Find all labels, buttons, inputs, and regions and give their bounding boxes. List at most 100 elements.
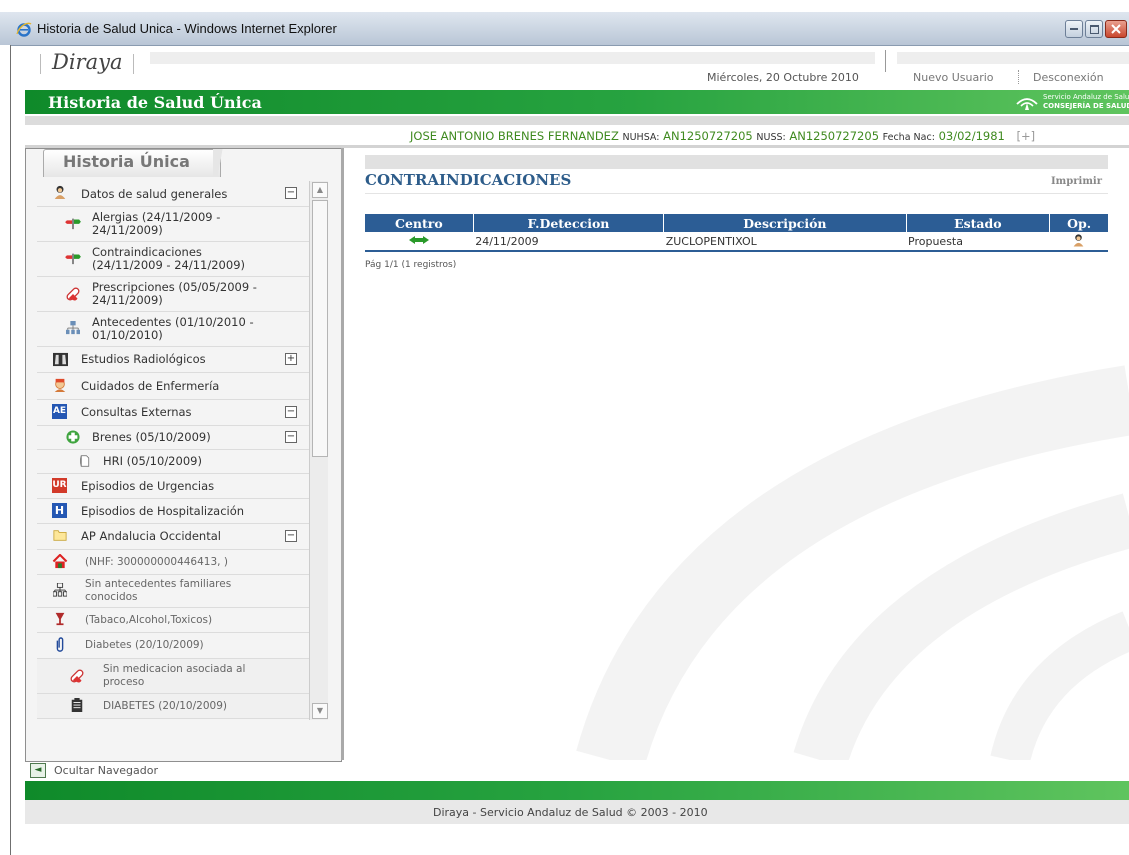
home-icon (52, 553, 68, 570)
tree-item-hospitalizacion[interactable]: H Episodios de Hospitalización (37, 499, 309, 524)
tree-item-sin-medicacion[interactable]: Sin medicacion asociada al proceso (37, 659, 309, 694)
footer-copyright: Diraya - Servicio Andaluz de Salud © 200… (433, 806, 708, 819)
sas-logo: Servicio Andaluz de Salud CONSEJERÍA DE … (1015, 92, 1129, 112)
ie-icon (16, 22, 32, 37)
column-header-fdeteccion[interactable]: F.Deteccion (472, 214, 664, 232)
wine-glass-icon (52, 611, 68, 627)
collapse-button[interactable]: − (285, 530, 297, 542)
birth-label: Fecha Nac: (882, 132, 935, 143)
pill-icon (65, 286, 81, 302)
tree-item-contraindicaciones[interactable]: Contraindicaciones (24/11/2009 - 24/11/2… (37, 242, 309, 277)
window-frame (0, 45, 11, 855)
tab-historia-unica[interactable]: Historia Única (43, 149, 233, 177)
tree-item-label: Datos de salud generales (81, 187, 228, 201)
tree-item-urgencias[interactable]: UR Episodios de Urgencias (37, 474, 309, 499)
column-header-op[interactable]: Op. (1049, 214, 1108, 232)
maximize-button[interactable] (1085, 20, 1103, 38)
logout-link[interactable]: Desconexión (1033, 71, 1104, 84)
app-title: Historia de Salud Única (48, 93, 262, 112)
tree-item-label: Estudios Radiológicos (81, 352, 206, 366)
header-divider (25, 116, 1129, 125)
tree-item-label: Cuidados de Enfermería (81, 379, 220, 393)
divider (885, 50, 886, 72)
collapse-button[interactable]: − (285, 187, 297, 199)
tree-item-label: Episodios de Hospitalización (81, 504, 245, 518)
nuss-value: AN1250727205 (789, 129, 880, 143)
family-tree-icon (65, 321, 81, 337)
tree-item-label: Prescripciones (05/05/2009 - 24/11/2009) (92, 280, 257, 307)
new-user-link[interactable]: Nuevo Usuario (913, 71, 994, 84)
footer-bar (25, 781, 1129, 800)
centro-cell (365, 232, 474, 252)
xray-icon (52, 352, 68, 368)
tree-item-label: Antecedentes (01/10/2010 - 01/10/2010) (92, 315, 254, 342)
collapse-button[interactable]: − (285, 431, 297, 443)
column-header-descripcion[interactable]: Descripción (663, 214, 907, 232)
tree-item-antecedentes[interactable]: Antecedentes (01/10/2010 - 01/10/2010) (37, 312, 309, 347)
tree-item-consultas-externas[interactable]: AE Consultas Externas − (37, 400, 309, 426)
tree-item-prescripciones[interactable]: Prescripciones (05/05/2009 - 24/11/2009) (37, 277, 309, 312)
tree-item-antecedentes-familiares[interactable]: Sin antecedentes familiares conocidos (37, 575, 309, 608)
tree-item-estudios-radiologicos[interactable]: Estudios Radiológicos + (37, 347, 309, 373)
scroll-thumb[interactable] (312, 200, 328, 457)
status-cell: Propuesta (906, 232, 1050, 252)
patient-name: JOSE ANTONIO BRENES FERNANDEZ (410, 129, 619, 143)
birth-value: 03/02/1981 (938, 129, 1005, 143)
signpost-icon (65, 251, 81, 267)
tree-item-cuidados-enfermeria[interactable]: Cuidados de Enfermería (37, 373, 309, 400)
tree-item-label: DIABETES (20/10/2009) (103, 700, 227, 712)
window-title-bar: Historia de Salud Unica - Windows Intern… (0, 12, 1129, 46)
green-arrow-icon (409, 235, 430, 244)
nuhsa-label: NUHSA: (622, 132, 660, 143)
hide-panel-icon: ◄ (30, 763, 46, 778)
tree-item-label: Alergias (24/11/2009 - 24/11/2009) (92, 210, 221, 237)
hospital-icon: H (52, 503, 67, 518)
divider (1018, 70, 1019, 84)
close-icon (1111, 24, 1121, 34)
scroll-up-button[interactable]: ▲ (312, 182, 328, 198)
tree-item-brenes[interactable]: Brenes (05/10/2009) − (37, 426, 309, 450)
expand-patient-button[interactable]: [+] (1017, 129, 1036, 143)
org-name: Servicio Andaluz de Salud (1043, 93, 1129, 101)
ur-icon: UR (52, 478, 67, 493)
close-button[interactable] (1105, 20, 1127, 38)
column-header-estado[interactable]: Estado (905, 214, 1050, 232)
divider (133, 54, 134, 74)
expand-button[interactable]: + (285, 353, 297, 365)
tree-item-label: Consultas Externas (81, 405, 192, 419)
tree-item-label: Sin medicacion asociada al proceso (103, 663, 246, 688)
collapse-button[interactable]: − (285, 406, 297, 418)
column-header-centro[interactable]: Centro (365, 214, 474, 232)
tree-item-diabetes-proceso[interactable]: DIABETES (20/10/2009) (37, 694, 309, 719)
scroll-down-button[interactable]: ▼ (312, 703, 328, 719)
user-icon (52, 185, 68, 201)
signpost-icon (65, 216, 81, 232)
nuhsa-value: AN1250727205 (663, 129, 753, 143)
clipboard-icon (69, 697, 85, 713)
tree-item-ap-andalucia[interactable]: AP Andalucia Occidental − (37, 524, 309, 550)
print-link[interactable]: Imprimir (1051, 176, 1102, 187)
user-details-icon[interactable] (1072, 233, 1085, 247)
tab-label: Historia Única (63, 152, 190, 171)
tree-item-label: Diabetes (20/10/2009) (85, 639, 204, 651)
app-header-bar: Historia de Salud Única Servicio Andaluz… (25, 90, 1129, 114)
page-title: CONTRAINDICACIONES (365, 171, 572, 189)
table-header-row: Centro F.Deteccion Descripción Estado Op… (365, 214, 1108, 232)
tree-item-nhf[interactable]: (NHF: 300000000446413, ) (37, 550, 309, 575)
family-tree-icon (52, 582, 68, 599)
navigator-scrollbar[interactable]: ▲ ▼ (309, 181, 328, 720)
sas-logo-icon (1016, 98, 1038, 110)
tree-item-label: Sin antecedentes familiares conocidos (85, 578, 232, 603)
table-row[interactable]: 24/11/2009 ZUCLOPENTIXOL Propuesta (365, 232, 1108, 252)
tree-item-habitos[interactable]: (Tabaco,Alcohol,Toxicos) (37, 608, 309, 633)
detection-date-cell: 24/11/2009 (473, 232, 664, 252)
green-cross-icon (65, 430, 81, 446)
tree-item-diabetes[interactable]: Diabetes (20/10/2009) (37, 633, 309, 659)
tree-item-alergias[interactable]: Alergias (24/11/2009 - 24/11/2009) (37, 207, 309, 242)
paperclip-icon (52, 637, 68, 653)
tree-item-hri[interactable]: HRI (05/10/2009) (37, 450, 309, 474)
tree-item-datos-salud[interactable]: Datos de salud generales − (37, 180, 309, 207)
diraya-logo: Diraya (52, 50, 123, 74)
ae-icon: AE (52, 404, 67, 419)
minimize-button[interactable] (1065, 20, 1083, 38)
